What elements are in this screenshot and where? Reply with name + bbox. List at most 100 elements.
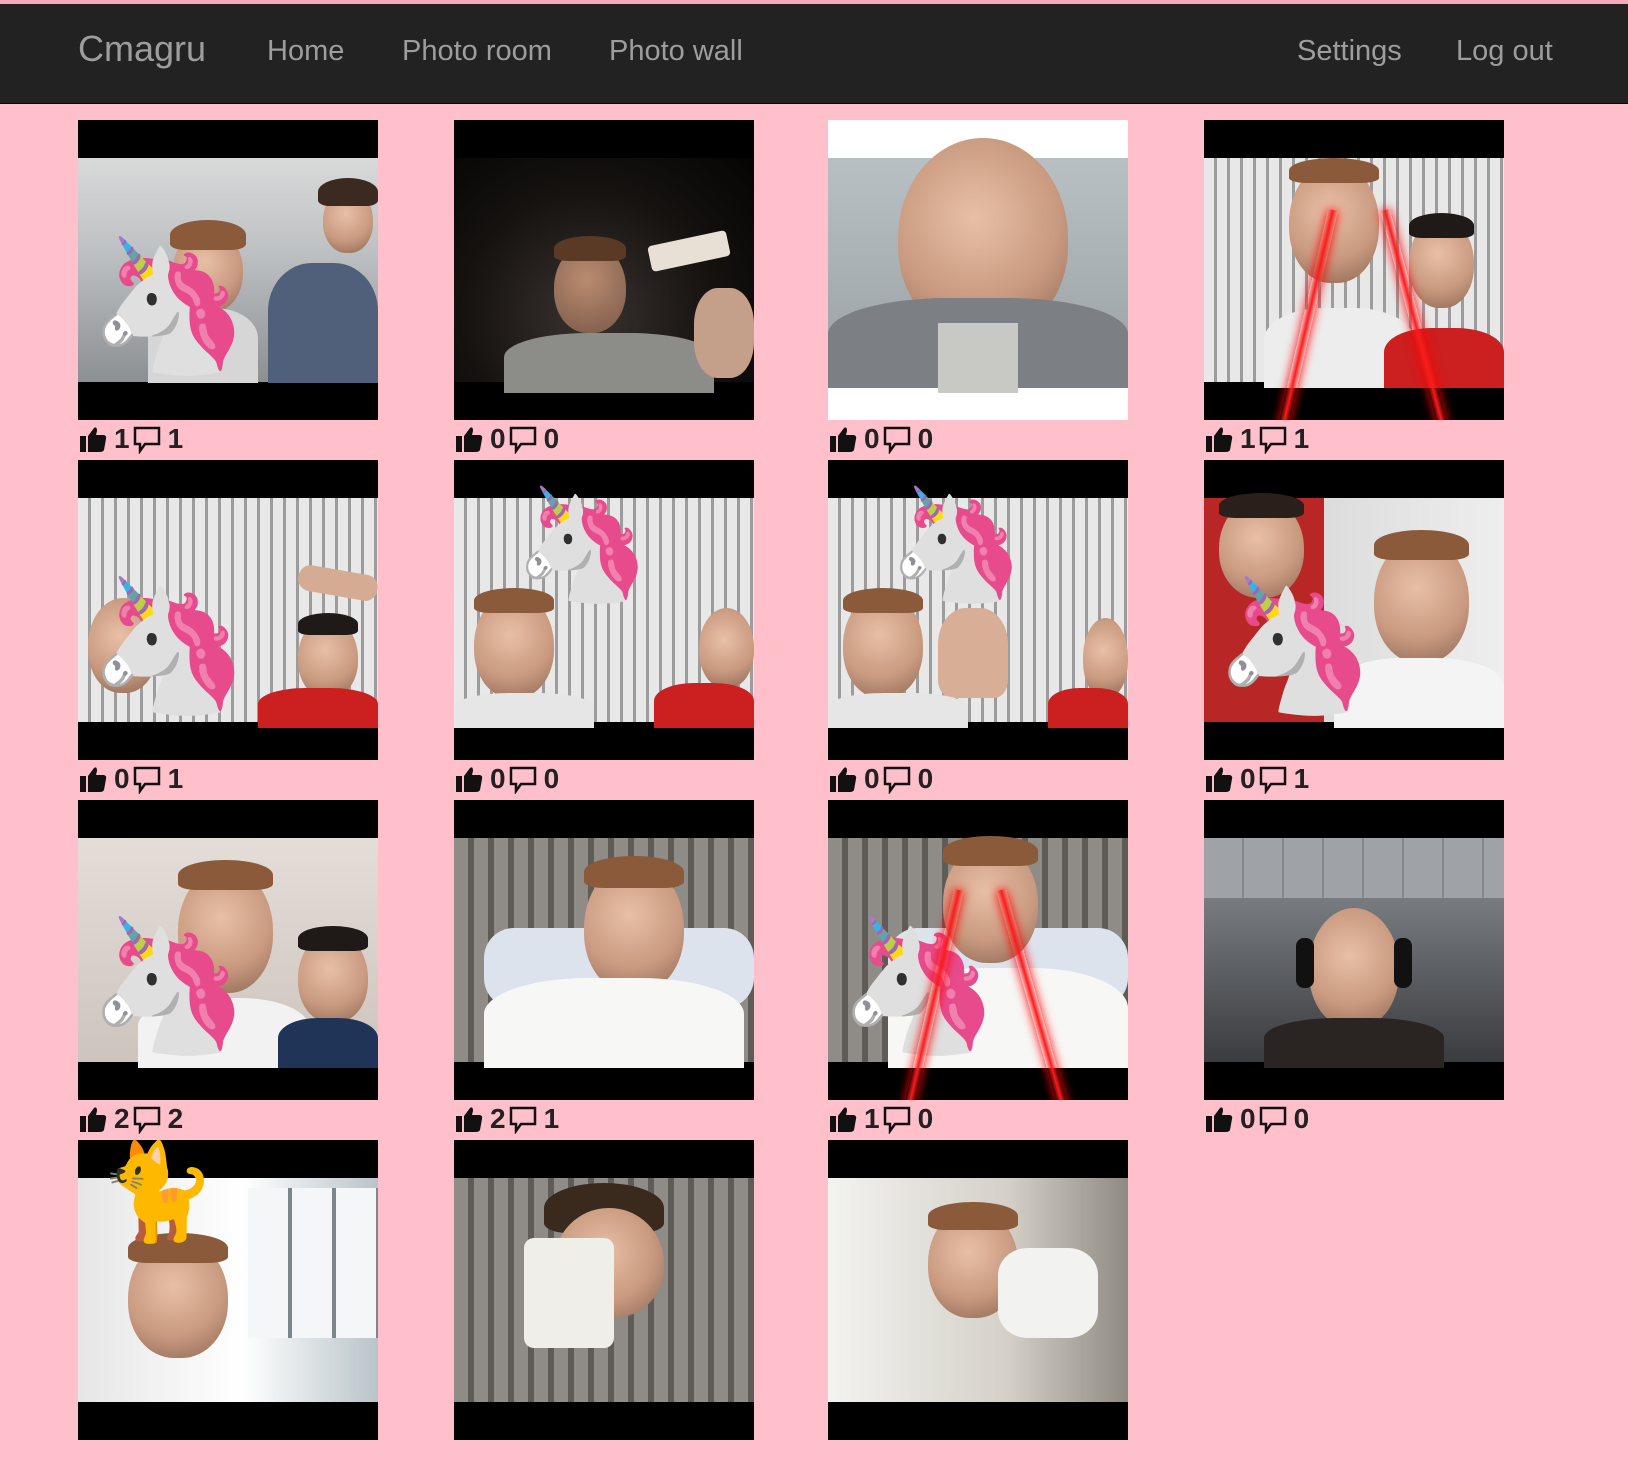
photo-thumbnail[interactable]: 🦄 [828,460,1128,760]
comment-count: 1 [543,1103,560,1134]
comment-icon[interactable] [132,764,164,794]
photo-stats: 0 1 [1204,760,1504,798]
like-count: 2 [490,1103,506,1134]
photo-gallery: 🦄 1 1 0 0 0 0 1 1 🦄 0 1 🦄 0 0 🦄 0 0 🦄 0 … [0,0,1628,1440]
comment-count: 1 [1293,423,1310,454]
comment-icon[interactable] [882,1104,914,1134]
photo-thumbnail[interactable] [454,120,754,420]
like-icon[interactable] [454,424,486,454]
photo-stats: 0 0 [454,760,754,798]
photo-stats: 1 0 [828,1100,1128,1138]
comment-icon[interactable] [508,764,540,794]
comment-icon[interactable] [508,1104,540,1134]
photo-card [454,1140,754,1478]
photo-stats: 0 0 [828,760,1128,798]
unicorn-sticker: 🦄 [838,912,1000,1058]
photo-card: 1 1 [1204,120,1504,458]
photo-card: 0 0 [1204,800,1504,1138]
photo-stats: 1 1 [78,420,378,458]
unicorn-sticker: 🦄 [88,232,250,378]
like-icon[interactable] [828,764,860,794]
comment-icon[interactable] [508,424,540,454]
like-icon[interactable] [1204,1104,1236,1134]
photo-thumbnail[interactable]: 🦄 [828,800,1128,1100]
comment-icon[interactable] [1258,1104,1290,1134]
photo-stats: 0 0 [828,420,1128,458]
photo-thumbnail[interactable]: 🐈 [78,1140,378,1440]
like-icon[interactable] [1204,424,1236,454]
photo-stats [454,1440,754,1478]
photo-thumbnail[interactable] [828,1140,1128,1440]
like-count: 0 [1240,1103,1256,1134]
photo-card: 🦄 0 0 [828,460,1128,798]
like-icon[interactable] [454,764,486,794]
photo-stats: 0 1 [78,760,378,798]
comment-count: 1 [167,763,184,794]
like-icon[interactable] [78,1104,110,1134]
photo-thumbnail[interactable] [454,800,754,1100]
photo-thumbnail[interactable]: 🦄 [78,120,378,420]
unicorn-sticker: 🦄 [888,483,1025,606]
photo-stats [828,1440,1128,1478]
photo-stats: 2 2 [78,1100,378,1138]
comment-count: 2 [167,1103,184,1134]
photo-stats: 2 1 [454,1100,754,1138]
photo-card: 🦄 0 1 [1204,460,1504,798]
comment-count: 1 [167,423,184,454]
like-count: 0 [864,423,880,454]
comment-icon[interactable] [882,764,914,794]
photo-card: 0 0 [828,120,1128,458]
photo-thumbnail[interactable] [1204,120,1504,420]
like-icon[interactable] [78,764,110,794]
like-icon[interactable] [828,424,860,454]
unicorn-sticker: 🦄 [1214,572,1376,718]
unicorn-sticker: 🦄 [88,912,250,1058]
photo-thumbnail[interactable] [1204,800,1504,1100]
photo-thumbnail[interactable]: 🦄 [454,460,754,760]
photo-thumbnail[interactable]: 🦄 [78,460,378,760]
photo-card: 2 1 [454,800,754,1138]
comment-icon[interactable] [882,424,914,454]
like-icon[interactable] [1204,764,1236,794]
like-count: 0 [864,763,880,794]
unicorn-sticker: 🦄 [514,483,651,606]
photo-stats: 0 0 [454,420,754,458]
comment-icon[interactable] [1258,764,1290,794]
unicorn-sticker: 🦄 [88,572,250,718]
like-count: 1 [114,423,130,454]
comment-count: 0 [917,1103,934,1134]
photo-card: 🐈 [78,1140,378,1478]
photo-card: 0 0 [454,120,754,458]
photo-stats: 0 0 [1204,1100,1504,1138]
photo-thumbnail[interactable] [454,1140,754,1440]
comment-count: 0 [543,763,560,794]
photo-thumbnail[interactable]: 🦄 [78,800,378,1100]
photo-stats: 1 1 [1204,420,1504,458]
comment-count: 0 [917,763,934,794]
photo-stats [78,1440,378,1478]
like-icon[interactable] [78,424,110,454]
like-count: 0 [1240,763,1256,794]
cat-sticker: 🐈 [98,1140,217,1245]
photo-card: 🦄 1 1 [78,120,378,458]
like-count: 2 [114,1103,130,1134]
like-count: 0 [114,763,130,794]
photo-thumbnail[interactable] [828,120,1128,420]
photo-card: 🦄 1 0 [828,800,1128,1138]
photo-thumbnail[interactable]: 🦄 [1204,460,1504,760]
comment-icon[interactable] [1258,424,1290,454]
like-count: 1 [864,1103,880,1134]
like-count: 1 [1240,423,1256,454]
like-count: 0 [490,763,506,794]
photo-card: 🦄 0 1 [78,460,378,798]
like-count: 0 [490,423,506,454]
like-icon[interactable] [454,1104,486,1134]
comment-icon[interactable] [132,424,164,454]
comment-count: 0 [1293,1103,1310,1134]
comment-count: 1 [1293,763,1310,794]
comment-count: 0 [917,423,934,454]
photo-card [828,1140,1128,1478]
like-icon[interactable] [828,1104,860,1134]
comment-icon[interactable] [132,1104,164,1134]
photo-card: 🦄 0 0 [454,460,754,798]
